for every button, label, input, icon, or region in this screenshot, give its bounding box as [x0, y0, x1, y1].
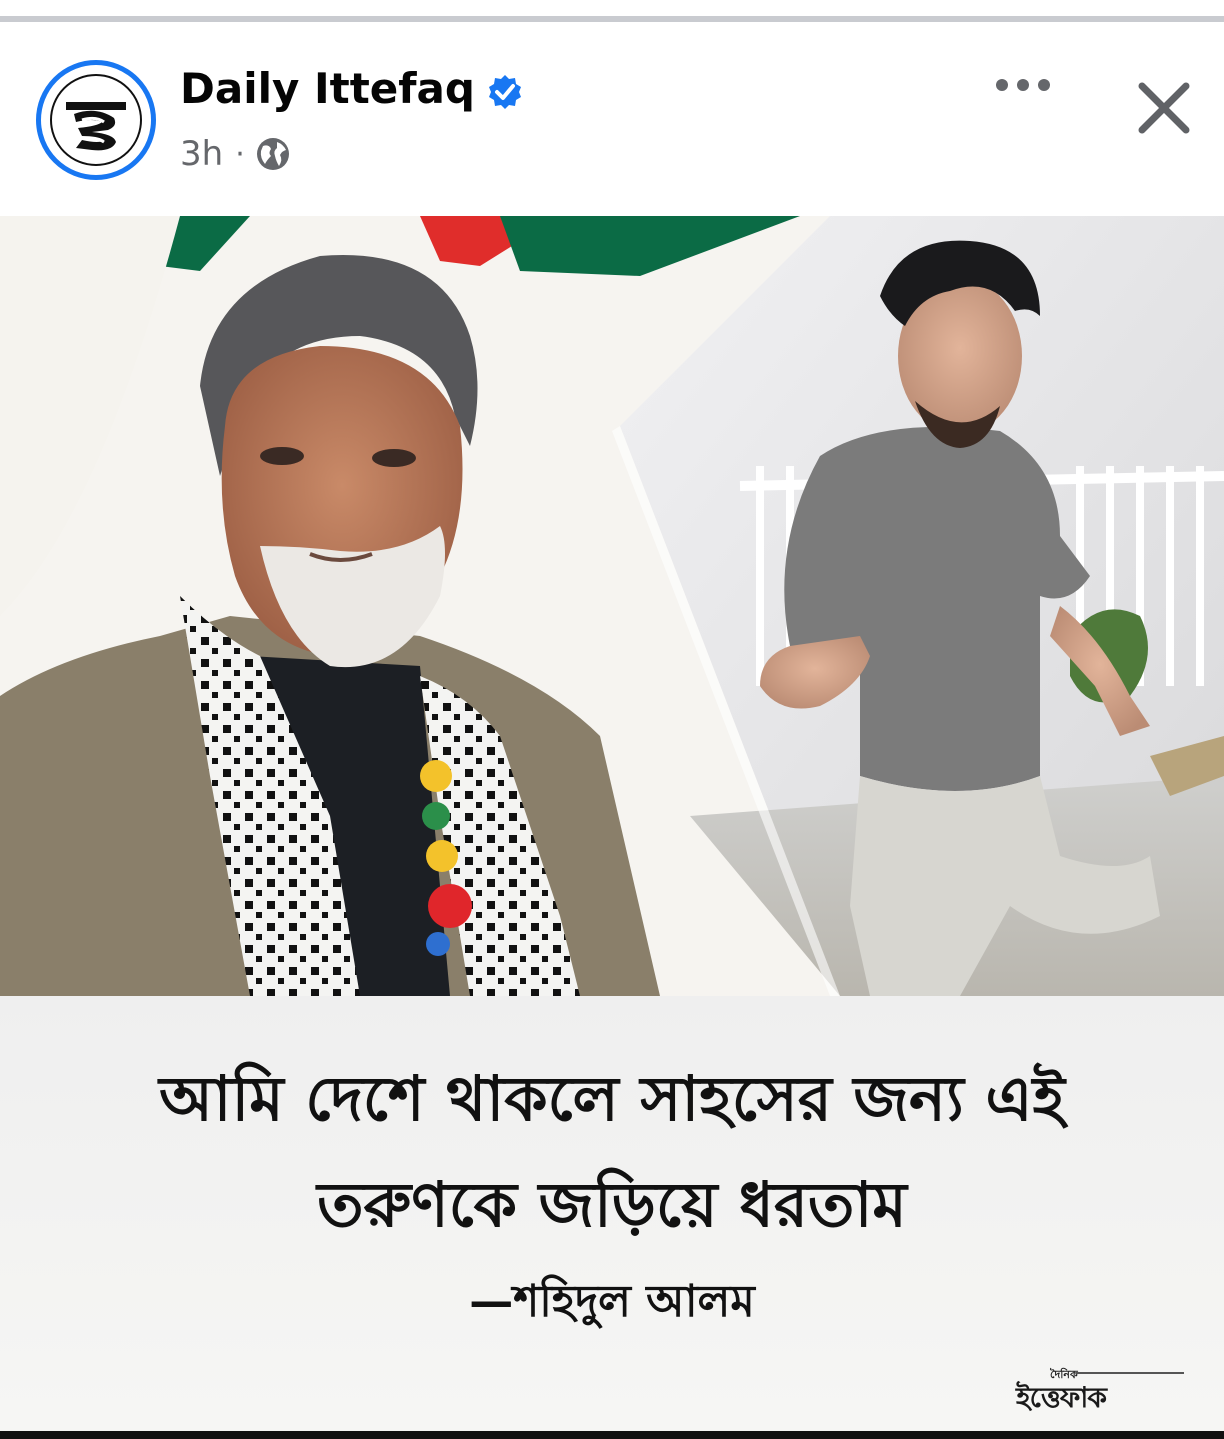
watermark-title: ইত্তেফাক: [1016, 1381, 1107, 1414]
more-horizontal-icon: [996, 79, 1050, 91]
page-avatar[interactable]: [36, 60, 156, 180]
bottom-divider: [0, 1431, 1224, 1439]
ittefaq-logo-icon: [50, 74, 142, 166]
post-meta: 3h ·: [180, 134, 291, 174]
verified-badge-icon: [486, 73, 524, 111]
more-options-button[interactable]: [988, 72, 1058, 98]
close-icon: [1138, 82, 1190, 134]
photo-collage: [0, 216, 1224, 996]
page-name[interactable]: Daily Ittefaq: [180, 64, 475, 113]
post-header: Daily Ittefaq 3h ·: [0, 22, 1224, 216]
top-divider: [0, 0, 1224, 22]
post-timestamp[interactable]: 3h: [180, 134, 223, 174]
headline-line-2: তরুণকে জড়িয়ে ধরতাম: [317, 1168, 907, 1241]
meta-separator: ·: [235, 136, 245, 172]
ittefaq-watermark: দৈনিক ইত্তেফাক: [1012, 1366, 1188, 1416]
headline-line-1: আমি দেশে থাকলে সাহসের জন্য এই: [159, 1062, 1065, 1135]
quote-attribution: —শহিদুল আলম: [469, 1276, 755, 1327]
watermark-rule: [1076, 1372, 1184, 1374]
image-caption-panel: আমি দেশে থাকলে সাহসের জন্য এই তরুণকে জড়…: [0, 996, 1224, 1431]
image-headline: আমি দেশে থাকলে সাহসের জন্য এই তরুণকে জড়…: [0, 1046, 1224, 1258]
post-image[interactable]: আমি দেশে থাকলে সাহসের জন্য এই তরুণকে জড়…: [0, 216, 1224, 1431]
close-button[interactable]: [1136, 80, 1192, 136]
globe-icon[interactable]: [255, 136, 291, 172]
